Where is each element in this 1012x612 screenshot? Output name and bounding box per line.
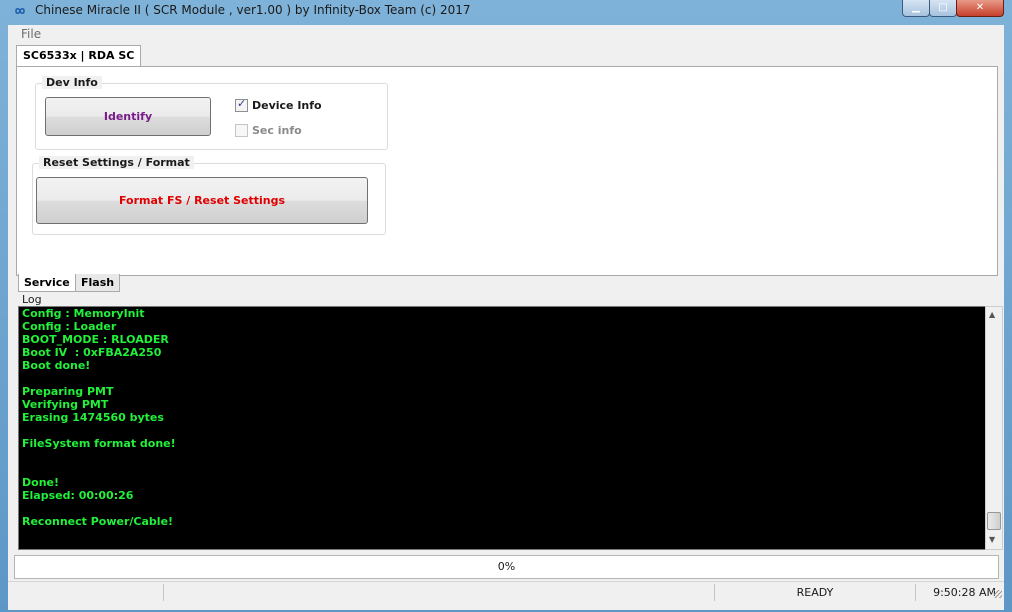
log-line: Done! — [22, 476, 59, 489]
service-panel: Dev Info Identify Device Info Sec info R… — [16, 66, 998, 276]
minimize-button[interactable]: ▁ — [902, 0, 930, 17]
menu-bar: File — [8, 25, 1004, 43]
dev-info-title: Dev Info — [42, 76, 102, 89]
tab-flash[interactable]: Flash — [75, 274, 121, 292]
reset-group: Reset Settings / Format Format FS / Rese… — [32, 156, 386, 235]
log-line: BOOT_MODE : RLOADER — [22, 333, 169, 346]
window-title: Chinese Miracle II ( SCR Module , ver1.0… — [35, 3, 471, 17]
client-area: File SC6533x | RDA SC Dev Info Identify … — [8, 25, 1004, 610]
maximize-button[interactable]: □ — [929, 0, 957, 17]
menu-file[interactable]: File — [21, 27, 41, 41]
log-line: Verifying PMT — [22, 398, 109, 411]
status-bar: READY 9:50:28 AM — [8, 581, 1004, 604]
log-line: Boot done! — [22, 359, 91, 372]
log-scrollbar[interactable]: ▲ ▼ — [985, 306, 1003, 550]
progress-text: 0% — [497, 560, 516, 573]
log-line: Config : Loader — [22, 320, 117, 333]
scroll-up-icon[interactable]: ▲ — [989, 310, 995, 319]
log-line: Preparing PMT — [22, 385, 114, 398]
format-label: Format FS / Reset Settings — [118, 194, 286, 207]
app-window: Chinese Miracle II ( SCR Module , ver1.0… — [0, 0, 1012, 612]
device-info-check-icon[interactable] — [235, 97, 248, 112]
device-info-label: Device Info — [252, 99, 322, 112]
infinity-icon — [15, 7, 25, 15]
sec-info-label: Sec info — [252, 124, 302, 137]
device-info-checkbox[interactable]: Device Info — [235, 97, 322, 112]
status-cell-2 — [164, 584, 715, 601]
log-line: Elapsed: 00:00:26 — [22, 489, 134, 502]
log-line: Boot IV : 0xFBA2A250 — [22, 346, 162, 359]
progress-bar: 0% — [14, 555, 999, 579]
log-line: FileSystem format done! — [22, 437, 176, 450]
status-state: READY — [715, 584, 916, 601]
sec-info-checkbox: Sec info — [235, 124, 302, 137]
log-label: Log — [22, 293, 42, 306]
format-fs-button[interactable]: Format FS / Reset Settings — [36, 177, 368, 224]
identify-button[interactable]: Identify — [45, 97, 211, 136]
status-time: 9:50:28 AM — [933, 586, 996, 599]
dev-info-group: Dev Info Identify Device Info Sec info — [35, 76, 388, 150]
log-line: Erasing 1474560 bytes — [22, 411, 164, 424]
title-bar[interactable]: Chinese Miracle II ( SCR Module , ver1.0… — [0, 0, 1012, 22]
maximize-icon: □ — [938, 2, 948, 13]
scroll-thumb[interactable] — [987, 512, 1001, 530]
close-button[interactable]: ✕ — [956, 0, 1004, 17]
minimize-icon: ▁ — [912, 2, 920, 13]
identify-label: Identify — [103, 110, 153, 123]
scroll-down-icon[interactable]: ▼ — [989, 535, 995, 544]
reset-title: Reset Settings / Format — [39, 156, 194, 169]
tab-service[interactable]: Service — [18, 274, 76, 292]
resize-grip-icon[interactable] — [994, 590, 1002, 598]
status-cell-1 — [8, 584, 164, 601]
log-line: Reconnect Power/Cable! — [22, 515, 174, 528]
sec-info-check-icon — [235, 124, 248, 137]
tab-sc6533x-rda-sc[interactable]: SC6533x | RDA SC — [16, 45, 142, 66]
log-output[interactable]: Config : MemoryInit Config : Loader BOOT_M… — [18, 306, 986, 550]
log-line: Config : MemoryInit — [22, 307, 145, 320]
close-icon: ✕ — [975, 2, 985, 13]
